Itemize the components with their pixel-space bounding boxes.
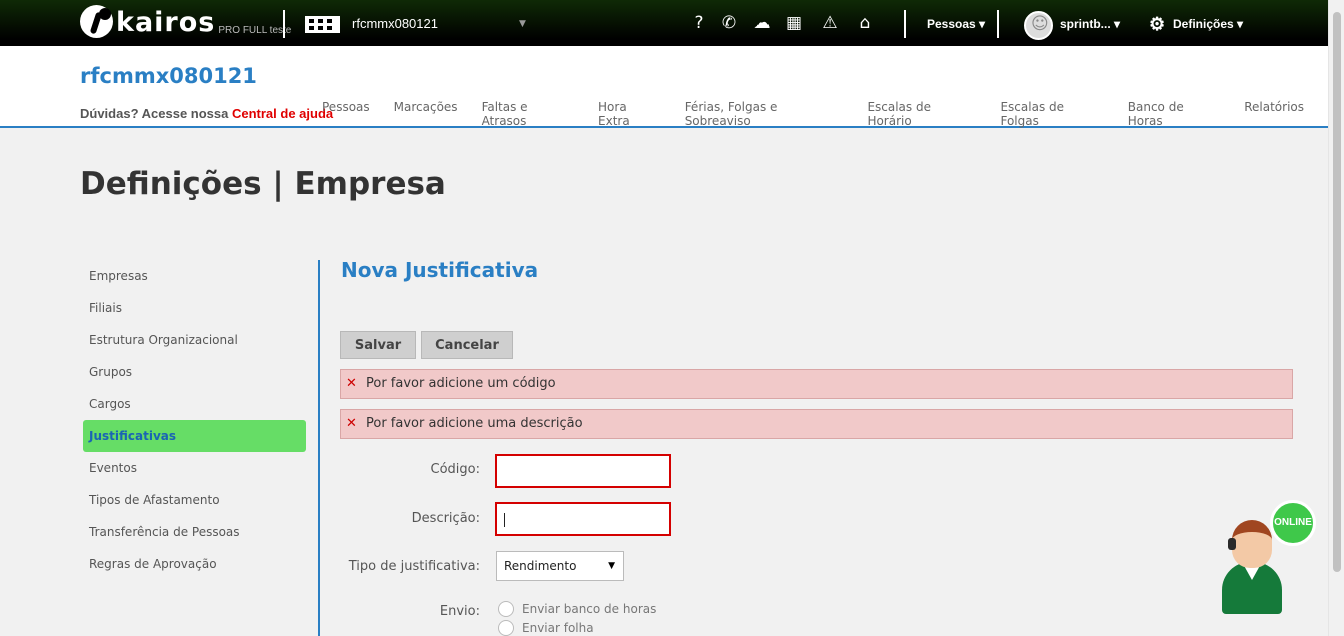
- settings-sidebar: Empresas Filiais Estrutura Organizaciona…: [83, 260, 306, 580]
- radio-label: Enviar banco de horas: [522, 602, 657, 616]
- nav-escalas-horario[interactable]: Escalas de Horário: [867, 100, 976, 128]
- tipo-justificativa-label: Tipo de justificativa:: [348, 559, 480, 574]
- company-icon: [305, 16, 340, 33]
- divider: [904, 10, 906, 38]
- logo-text: kairos: [116, 7, 216, 38]
- sidebar-item-grupos[interactable]: Grupos: [83, 356, 306, 388]
- scrollbar-thumb[interactable]: [1333, 12, 1341, 572]
- error-alert-descricao: ✕ Por favor adicione uma descrição: [340, 409, 1293, 439]
- definicoes-menu-label: Definições: [1173, 17, 1234, 31]
- tipo-justificativa-select[interactable]: Rendimento ▼: [496, 551, 624, 581]
- descricao-label: Descrição:: [411, 511, 480, 526]
- radio-label: Enviar folha: [522, 621, 594, 635]
- sidebar-item-filiais[interactable]: Filiais: [83, 292, 306, 324]
- main-nav: Pessoas Marcações Faltas e Atrasos Hora …: [322, 100, 1328, 128]
- headset-icon: [1228, 538, 1236, 550]
- cloud-download-icon[interactable]: ☁: [750, 13, 774, 33]
- company-title: rfcmmx080121: [80, 64, 257, 88]
- tipo-justificativa-value: Rendimento: [504, 559, 577, 573]
- user-menu[interactable]: sprintb... ▾: [1060, 17, 1120, 31]
- nav-escalas-folgas[interactable]: Escalas de Folgas: [1000, 100, 1103, 128]
- kairos-logo-mark: [80, 5, 113, 38]
- envio-label: Envio:: [439, 604, 480, 619]
- descricao-input[interactable]: [495, 502, 671, 536]
- sidebar-item-justificativas[interactable]: Justificativas: [83, 420, 306, 452]
- pessoas-menu-label: Pessoas: [927, 17, 976, 31]
- radio-button[interactable]: [498, 620, 514, 636]
- nav-marcacoes[interactable]: Marcações: [394, 100, 458, 128]
- nav-pessoas[interactable]: Pessoas: [322, 100, 370, 128]
- page-title: Definições | Empresa: [80, 166, 446, 202]
- vertical-scrollbar[interactable]: [1328, 0, 1344, 636]
- text-cursor: [504, 513, 505, 527]
- top-bar: kairos PRO FULL teste rfcmmx080121 ▼ ? ✆…: [0, 0, 1328, 46]
- online-chat-widget[interactable]: ONLINE: [1218, 500, 1318, 616]
- online-badge[interactable]: ONLINE: [1270, 500, 1316, 546]
- calculator-icon[interactable]: ▦: [782, 13, 806, 33]
- chevron-down-icon: ▼: [608, 561, 615, 571]
- divider: [997, 10, 999, 38]
- save-button[interactable]: Salvar: [340, 331, 416, 359]
- help-text: Dúvidas? Acesse nossa Central de ajuda: [80, 106, 333, 121]
- form-title: Nova Justificativa: [341, 258, 539, 282]
- help-icon[interactable]: ?: [687, 13, 711, 33]
- gear-icon[interactable]: ⚙: [1149, 14, 1165, 35]
- nav-hora-extra[interactable]: Hora Extra: [598, 100, 661, 128]
- kairos-logo[interactable]: kairos PRO FULL teste: [80, 5, 291, 38]
- sidebar-item-transferencia[interactable]: Transferência de Pessoas: [83, 516, 306, 548]
- logo-subtitle: PRO FULL teste: [218, 25, 292, 36]
- agent-head: [1232, 520, 1272, 568]
- sidebar-item-cargos[interactable]: Cargos: [83, 388, 306, 420]
- company-selector[interactable]: rfcmmx080121: [352, 16, 438, 31]
- error-icon: ✕: [346, 416, 357, 431]
- sidebar-item-eventos[interactable]: Eventos: [83, 452, 306, 484]
- sidebar-item-regras-aprovacao[interactable]: Regras de Aprovação: [83, 548, 306, 580]
- avatar[interactable]: [1024, 11, 1053, 40]
- help-prefix: Dúvidas? Acesse nossa: [80, 106, 232, 121]
- help-center-link[interactable]: Central de ajuda: [232, 106, 333, 121]
- warning-icon[interactable]: ⚠: [818, 13, 842, 33]
- error-message: Por favor adicione um código: [366, 376, 556, 391]
- error-icon: ✕: [346, 376, 357, 391]
- cancel-button[interactable]: Cancelar: [421, 331, 513, 359]
- pessoas-menu[interactable]: Pessoas ▾: [927, 17, 985, 31]
- nav-ferias-folgas[interactable]: Férias, Folgas e Sobreaviso: [685, 100, 844, 128]
- nav-faltas-atrasos[interactable]: Faltas e Atrasos: [482, 100, 574, 128]
- codigo-label: Código:: [430, 462, 480, 477]
- sidebar-item-empresas[interactable]: Empresas: [83, 260, 306, 292]
- error-message: Por favor adicione uma descrição: [366, 416, 583, 431]
- radio-enviar-folha[interactable]: Enviar folha: [498, 620, 594, 636]
- user-name: sprintb...: [1060, 17, 1111, 31]
- nav-banco-horas[interactable]: Banco de Horas: [1128, 100, 1220, 128]
- nav-relatorios[interactable]: Relatórios: [1244, 100, 1304, 128]
- page-header: rfcmmx080121 Dúvidas? Acesse nossa Centr…: [0, 46, 1328, 128]
- codigo-input[interactable]: [495, 454, 671, 488]
- error-alert-codigo: ✕ Por favor adicione um código: [340, 369, 1293, 399]
- divider: [283, 10, 285, 38]
- content-divider: [318, 260, 320, 636]
- chevron-down-icon[interactable]: ▼: [519, 19, 526, 29]
- support-icon[interactable]: ✆: [717, 13, 741, 33]
- sidebar-item-estrutura[interactable]: Estrutura Organizacional: [83, 324, 306, 356]
- sidebar-item-tipos-afastamento[interactable]: Tipos de Afastamento: [83, 484, 306, 516]
- definicoes-menu[interactable]: Definições ▾: [1173, 17, 1243, 31]
- radio-button[interactable]: [498, 601, 514, 617]
- radio-enviar-banco-horas[interactable]: Enviar banco de horas: [498, 601, 656, 617]
- inbox-icon[interactable]: ⌂: [853, 13, 877, 33]
